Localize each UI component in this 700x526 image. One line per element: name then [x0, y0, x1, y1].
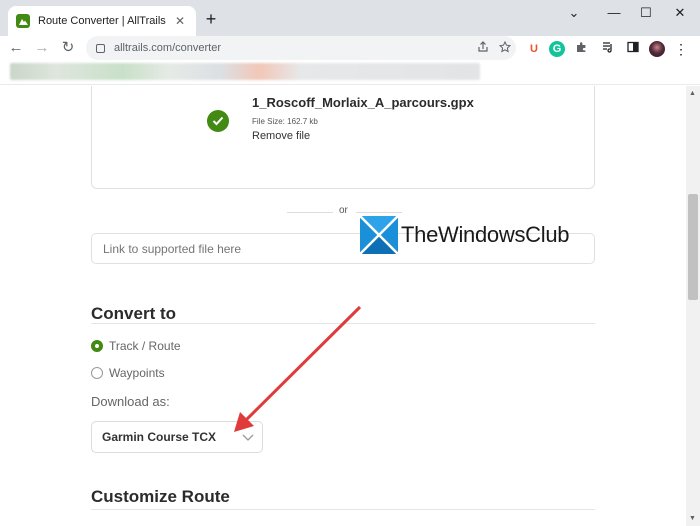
radio-selected-icon[interactable]	[91, 340, 103, 352]
sidepanel-icon[interactable]	[625, 41, 641, 57]
file-name: 1_Roscoff_Morlaix_A_parcours.gpx	[252, 95, 474, 110]
minimize-button[interactable]: —	[599, 2, 629, 24]
page-scrollbar[interactable]: ▲ ▼	[686, 86, 700, 526]
convert-to-title: Convert to	[91, 304, 176, 323]
forward-button[interactable]: →	[32, 38, 52, 58]
scroll-down-icon[interactable]: ▼	[689, 515, 696, 522]
scroll-thumb[interactable]	[688, 194, 698, 300]
alltrails-favicon-icon	[16, 14, 30, 28]
browser-toolbar: ← → ↻ alltrails.com/converter U G ⋮	[0, 36, 700, 60]
customize-route-title: Customize Route	[91, 487, 230, 506]
bookmark-star-icon[interactable]	[494, 40, 516, 56]
bookmarks-blurred	[10, 63, 480, 80]
radio-track-label: Track / Route	[109, 339, 181, 353]
browser-tabstrip: Route Converter | AllTrails ✕ + ⌄ — ☐ ✕	[0, 0, 700, 36]
download-as-label: Download as:	[91, 394, 170, 409]
puzzle-icon[interactable]	[574, 41, 590, 57]
divider-or: or	[339, 205, 348, 216]
remove-file-link[interactable]: Remove file	[252, 130, 310, 142]
watermark-text: TheWindowsClub	[401, 222, 570, 247]
ublock-icon[interactable]: U	[526, 41, 542, 57]
share-icon[interactable]	[472, 40, 494, 56]
new-tab-button[interactable]: +	[201, 9, 221, 29]
maximize-button[interactable]: ☐	[631, 2, 661, 24]
radio-waypoints[interactable]: Waypoints	[91, 366, 165, 380]
divider-left	[287, 212, 333, 213]
address-bar[interactable]: alltrails.com/converter	[86, 36, 516, 60]
reload-button[interactable]: ↻	[58, 38, 78, 58]
watermark: TheWindowsClub	[360, 216, 570, 254]
back-button[interactable]: ←	[6, 38, 26, 58]
lock-icon	[96, 43, 105, 53]
check-icon	[207, 110, 229, 132]
uploaded-file-card: 1_Roscoff_Morlaix_A_parcours.gpx File Si…	[91, 86, 595, 189]
file-size: File Size: 162.7 kb	[252, 117, 318, 126]
menu-icon[interactable]: ⋮	[673, 41, 689, 57]
tab-search-icon[interactable]: ⌄	[559, 2, 589, 24]
download-format-value: Garmin Course TCX	[102, 430, 217, 444]
convert-rule	[91, 323, 595, 324]
browser-tab[interactable]: Route Converter | AllTrails ✕	[8, 6, 196, 36]
divider-right	[356, 212, 402, 213]
scroll-up-icon[interactable]: ▲	[689, 90, 696, 97]
radio-track-route[interactable]: Track / Route	[91, 339, 181, 353]
tab-close-icon[interactable]: ✕	[172, 14, 188, 28]
windows-logo-icon	[360, 216, 398, 254]
grammarly-icon[interactable]: G	[549, 41, 565, 57]
address-url[interactable]: alltrails.com/converter	[114, 42, 472, 54]
media-icon[interactable]	[600, 41, 616, 57]
customize-rule	[91, 509, 595, 510]
radio-unselected-icon[interactable]	[91, 367, 103, 379]
chevron-down-icon	[234, 428, 262, 446]
download-format-select[interactable]: Garmin Course TCX	[91, 421, 263, 453]
page-content: 1_Roscoff_Morlaix_A_parcours.gpx File Si…	[0, 86, 686, 526]
grammarly-glyph: G	[552, 43, 562, 55]
radio-waypoints-label: Waypoints	[109, 366, 165, 380]
close-window-button[interactable]: ✕	[665, 2, 695, 24]
profile-avatar[interactable]	[649, 41, 665, 57]
bookmarks-bar	[0, 60, 700, 85]
tab-title: Route Converter | AllTrails	[38, 15, 166, 27]
ublock-glyph: U	[530, 43, 538, 55]
